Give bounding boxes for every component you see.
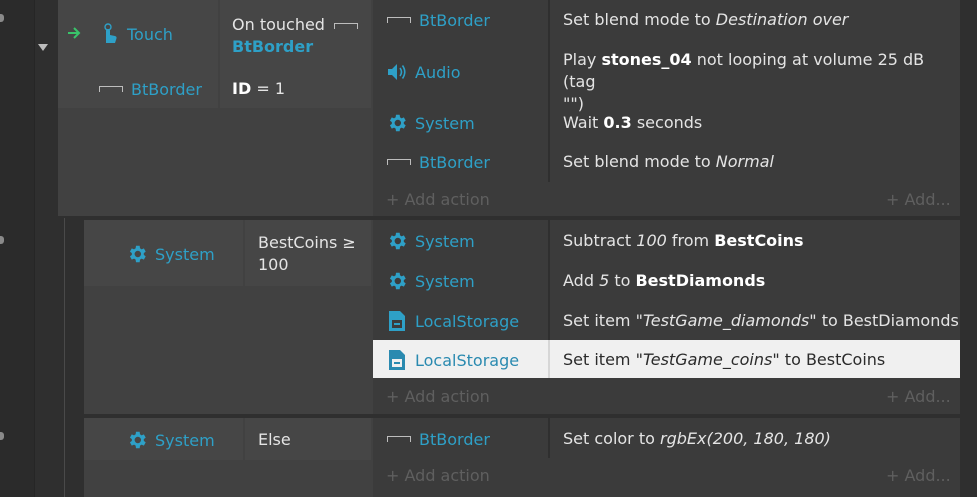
add-action-link[interactable]: + Add action	[386, 466, 490, 485]
gutter-marker	[0, 236, 4, 244]
action-column-divider	[548, 300, 550, 340]
add-action-link[interactable]: + Add action	[386, 190, 490, 209]
action-text-play-audio[interactable]: Play stones_04 not looping at volume 25 …	[563, 49, 953, 115]
condition-object-system[interactable]: System	[126, 429, 215, 451]
sprite-icon	[386, 9, 412, 31]
action-object-localstorage-selected[interactable]: LocalStorage	[386, 349, 519, 371]
action-text-set-color[interactable]: Set color to rgbEx(200, 180, 180)	[563, 428, 831, 450]
sprite-icon	[98, 78, 124, 100]
touch-hand-icon	[98, 23, 120, 45]
action-column-divider	[548, 340, 550, 378]
gear-icon	[126, 243, 148, 265]
speaker-icon	[386, 61, 408, 83]
action-column-divider	[548, 142, 550, 182]
action-text-set-item-diamonds[interactable]: Set item "TestGame_diamonds" to BestDiam…	[563, 310, 959, 332]
action-object-system[interactable]: System	[386, 230, 475, 252]
add-more-link[interactable]: + Add...	[886, 387, 951, 406]
action-object-localstorage[interactable]: LocalStorage	[386, 310, 519, 332]
gear-icon	[386, 270, 408, 292]
action-text-wait[interactable]: Wait 0.3 seconds	[563, 112, 702, 134]
condition-param-btborder: BtBorder	[232, 37, 314, 56]
action-text-subtract[interactable]: Subtract 100 from BestCoins	[563, 230, 804, 252]
subevent-indent-line	[64, 218, 65, 497]
condition-text-else[interactable]: Else	[258, 429, 291, 451]
condition-text-compare-bestcoins[interactable]: BestCoins ≥ 100	[258, 232, 356, 276]
action-text-set-blend-destination[interactable]: Set blend mode to Destination over	[563, 9, 848, 31]
gear-icon	[126, 429, 148, 451]
gear-icon	[386, 230, 408, 252]
storage-icon	[386, 310, 408, 332]
sprite-icon	[386, 151, 412, 173]
condition-text-on-touched[interactable]: On touched BtBorder	[232, 14, 359, 58]
condition-object-btborder[interactable]: BtBorder	[98, 78, 202, 100]
action-object-system[interactable]: System	[386, 112, 475, 134]
action-text-set-blend-normal[interactable]: Set blend mode to Normal	[563, 151, 774, 173]
action-column-divider	[548, 40, 550, 102]
storage-icon	[386, 349, 408, 371]
action-text-add[interactable]: Add 5 to BestDiamonds	[563, 270, 765, 292]
action-object-btborder[interactable]: BtBorder	[386, 428, 490, 450]
action-column-divider	[548, 0, 550, 40]
add-action-link[interactable]: + Add action	[386, 387, 490, 406]
action-column-divider	[548, 418, 550, 458]
condition-object-system[interactable]: System	[126, 243, 215, 265]
add-more-link[interactable]: + Add...	[886, 190, 951, 209]
action-column-divider	[548, 220, 550, 260]
sprite-icon	[386, 428, 412, 450]
action-column-divider	[548, 102, 550, 142]
gear-icon	[386, 112, 408, 134]
event-sheet-gutter	[0, 0, 35, 497]
trigger-arrow-icon	[66, 22, 82, 44]
sprite-icon	[334, 22, 359, 29]
action-object-system[interactable]: System	[386, 270, 475, 292]
action-object-btborder[interactable]: BtBorder	[386, 151, 490, 173]
action-object-btborder[interactable]: BtBorder	[386, 9, 490, 31]
action-text-set-item-coins[interactable]: Set item "TestGame_coins" to BestCoins	[563, 349, 885, 371]
condition-text-id[interactable]: ID = 1	[232, 78, 285, 100]
condition-object-touch[interactable]: Touch	[98, 23, 173, 45]
gutter-marker	[0, 432, 4, 440]
collapse-arrow-icon[interactable]	[38, 44, 48, 51]
action-column-divider	[548, 260, 550, 300]
add-more-link[interactable]: + Add...	[886, 466, 951, 485]
gutter-marker	[0, 14, 4, 22]
action-object-audio[interactable]: Audio	[386, 61, 460, 83]
